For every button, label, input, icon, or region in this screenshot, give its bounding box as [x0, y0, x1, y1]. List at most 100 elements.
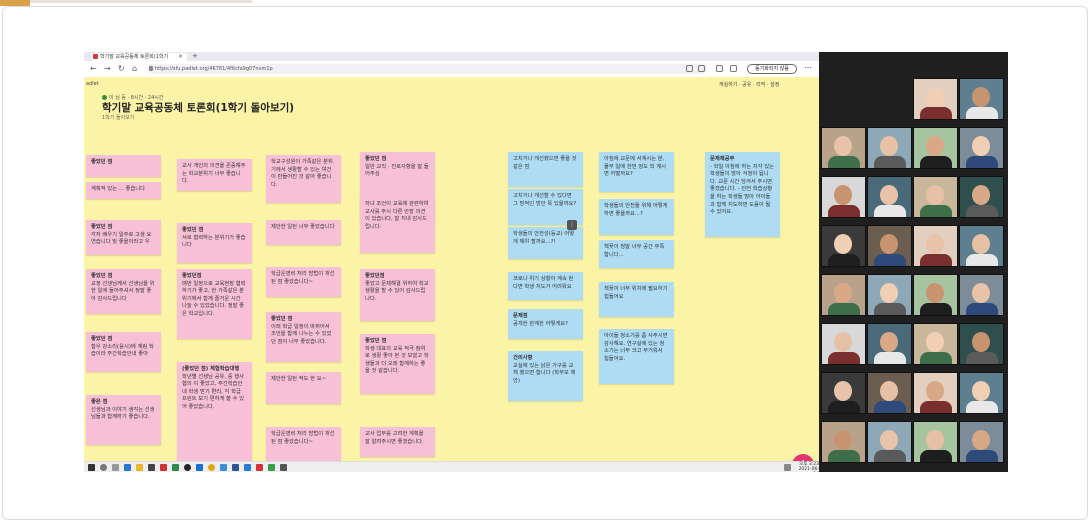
participant-video-tile[interactable] [959, 127, 1004, 169]
post-card[interactable]: 문제점 공개한 관계한 어떻게요? [508, 309, 583, 339]
post-card[interactable]: 학급운영비 처리 방법이 개선된 점 좋았습니다~ [266, 267, 341, 297]
participant-video-tile[interactable] [959, 372, 1004, 414]
participant-video-tile[interactable] [913, 225, 958, 267]
post-card[interactable]: 좋았던 점 이래 학급 일정이 바뀌어서 조언을 함께 나누는 수 있었던 점이 … [266, 312, 341, 362]
post-card[interactable]: (좋았던 점) 체험학습대행 학년별 선생님 공유, 중 행사 협의 이 좋았고,… [177, 362, 252, 462]
word-icon[interactable] [232, 464, 239, 471]
post-card[interactable]: 제안한 일된 적도 한 요~ [266, 372, 341, 404]
participant-video-tile[interactable] [913, 127, 958, 169]
powerpoint-icon[interactable] [256, 464, 263, 471]
post-card[interactable]: 좋았던 점 각자 배우기 일주로 고생 요 연습니다 및 좋을이라고 우 [86, 220, 161, 255]
post-card[interactable]: 건의사항 교실에 있는 낡은 가구를 교체 했으면 합니다 (학부모 제안) [508, 351, 583, 401]
participant-video-tile[interactable] [959, 176, 1004, 218]
app-icon[interactable] [196, 464, 203, 471]
post-card[interactable]: 좋았던점 좋았고 문제해결 위하여 학교생활을 할 수 있어 감사드립니다. [360, 269, 435, 321]
padlet-logo[interactable]: adlet [86, 81, 99, 87]
back-icon[interactable]: ← [90, 64, 97, 74]
participant-video-tile[interactable] [913, 78, 958, 120]
participant-video-tile[interactable] [913, 176, 958, 218]
participant-video-tile[interactable] [867, 372, 912, 414]
participant-body [966, 107, 998, 119]
participant-video-tile[interactable] [913, 421, 958, 463]
post-card[interactable]: 좋았던 점 합우 강소리(응시)에 계림 학습이라 주간학습안내 좋아 [86, 332, 161, 372]
app-icon[interactable] [244, 464, 251, 471]
browser-tab[interactable]: 학기말 교육공동체 토론회(1학기 [92, 53, 187, 61]
post-card[interactable]: 학생들의 안전성(등교) 어떻게 해야 할까요...?! [508, 227, 583, 259]
read-mode-icon[interactable] [686, 65, 693, 72]
search-icon[interactable] [100, 464, 107, 471]
app-icon[interactable] [280, 464, 287, 471]
pen-icon[interactable] [784, 464, 791, 471]
participant-video-tile[interactable] [959, 225, 1004, 267]
participant-video-tile[interactable] [821, 372, 866, 414]
app-icon[interactable] [184, 464, 191, 471]
participant-video-tile[interactable] [959, 323, 1004, 365]
url-field[interactable]: https://sfu.padlet.org/46781/4f6cfa9g07n… [147, 64, 707, 74]
participant-video-tile[interactable] [959, 421, 1004, 463]
post-card[interactable]: 책꽂이 정말 너무 공간 부족합니다... [599, 240, 674, 268]
participant-video-tile[interactable] [913, 372, 958, 414]
home-icon[interactable]: ⌂ [132, 64, 137, 74]
participant-video-tile[interactable] [867, 421, 912, 463]
extensions-icon[interactable] [716, 65, 723, 72]
post-card[interactable]: 아침에 교문에 서계시는 분, 물무 일에 한번 정도 되 계시면 어떨까요? [599, 152, 674, 192]
app-icon[interactable] [148, 464, 155, 471]
post-card[interactable]: 고치거나 개선했으면 좋을 것 같은 점 [508, 152, 583, 187]
windows-start-icon[interactable] [88, 464, 95, 471]
task-view-icon[interactable] [112, 464, 119, 471]
participant-video-tile[interactable] [821, 421, 866, 463]
note-menu-button[interactable]: ⋮ [567, 220, 577, 230]
post-card[interactable]: 책꽂이 너무 위치에 필요하기 힘들어요 [599, 282, 674, 317]
participant-video-tile[interactable] [913, 274, 958, 316]
post-card[interactable]: 학생들의 안전을 위해 어떻게 하면 좋을까요...? [599, 199, 674, 235]
post-card[interactable]: 좋았던 점 [86, 155, 161, 177]
taskbar-clock[interactable]: 오후 3:232021-06-24 [794, 462, 819, 472]
post-card[interactable]: 학교구성원이 가족같은 분위기에서 생활할 수 있는 여건이 만들어진 것 같아… [266, 155, 341, 203]
participant-video-tile[interactable] [867, 225, 912, 267]
reload-icon[interactable]: ↻ [118, 64, 125, 74]
participant-video-tile[interactable] [913, 323, 958, 365]
participant-video-tile[interactable] [821, 225, 866, 267]
participant-video-tile[interactable] [821, 274, 866, 316]
app-icon[interactable] [160, 464, 167, 471]
post-card[interactable]: 코로나 위기 상황이 계속 된다면 학생 지도가 어려워요 [508, 272, 583, 300]
post-card[interactable]: 좋았던 점 교정 선생님께서 선생님을 위한 일에 들어주셔서 정말 좋아 감사드… [86, 269, 161, 314]
post-card[interactable]: 자녀 조언이 교육에 관련하여 교사를 주시 다른 안장 의견이 있습니다, 잘… [360, 197, 435, 253]
post-card[interactable]: 교사 업무를 고려한 계획을 잘 알려주시면 좋겠습니다. [360, 427, 435, 457]
post-card[interactable]: 좋았던점 매번 일정으로 교육현장 협력하기가 좋고, 한 가족같은 분위기에서 … [177, 269, 252, 339]
post-card[interactable]: 좋았던 점 학생 대표의 교육 적극 참여로 생활 좋아 된 것 보였고 학생들과… [360, 334, 435, 394]
edge-app-icon[interactable] [124, 464, 131, 471]
favorite-star-icon[interactable] [698, 65, 705, 72]
file-explorer-icon[interactable] [136, 464, 143, 471]
app-icon[interactable] [220, 464, 227, 471]
post-card[interactable]: 교사 개인의 의견을 존중해주는 학교분위기 너무 좋습니다. [177, 159, 252, 191]
participant-video-tile[interactable] [867, 323, 912, 365]
post-card[interactable]: 학급운영비 처리 방법이 개선된 점 좋았습니다~ [266, 427, 341, 462]
browser-menu-icon[interactable]: ⋯ [804, 63, 812, 73]
participant-video-tile[interactable] [867, 274, 912, 316]
participant-video-tile[interactable] [821, 323, 866, 365]
participant-video-tile[interactable] [867, 127, 912, 169]
post-card[interactable]: 좋은 점 선생님과 이야기 생각는 선생님들과 함께하기 좋습니다. [86, 395, 161, 445]
tab-close-icon[interactable]: × [178, 53, 183, 60]
participant-video-tile[interactable] [821, 127, 866, 169]
participant-video-tile[interactable] [867, 176, 912, 218]
post-card[interactable]: 아이들 청소기를 좀 사주시면 감사해요. 연구실에 있는 청소기는 너무 크고… [599, 329, 674, 384]
participant-video-tile[interactable] [959, 78, 1004, 120]
collections-icon[interactable] [730, 65, 737, 72]
participant-face [880, 430, 898, 450]
sync-button[interactable]: 동기화되지 않음 [747, 64, 797, 74]
app-icon[interactable] [172, 464, 179, 471]
participant-body [874, 205, 906, 217]
participant-video-tile[interactable] [959, 274, 1004, 316]
app-icon[interactable] [268, 464, 275, 471]
participant-video-tile[interactable] [821, 176, 866, 218]
board-actions[interactable]: 게실하기 · 공유 · 리믹 · 설정 [719, 81, 779, 88]
post-card[interactable]: 좋았던 점 서로 협력하는 분위기가 좋습니다 [177, 223, 252, 263]
chrome-icon[interactable] [208, 464, 215, 471]
new-tab-button[interactable]: + [192, 52, 198, 61]
post-card[interactable]: 계획적 있는 ... 좋습니다 [86, 182, 161, 199]
post-card[interactable]: 제안한 일된 너무 좋았습니다 [266, 220, 341, 245]
post-card[interactable]: 문제제공부 - 학일 아침에 하는 지각 있는 학생들이 많아 걱정이 됩니다. … [705, 152, 780, 237]
forward-icon[interactable]: → [104, 64, 111, 74]
